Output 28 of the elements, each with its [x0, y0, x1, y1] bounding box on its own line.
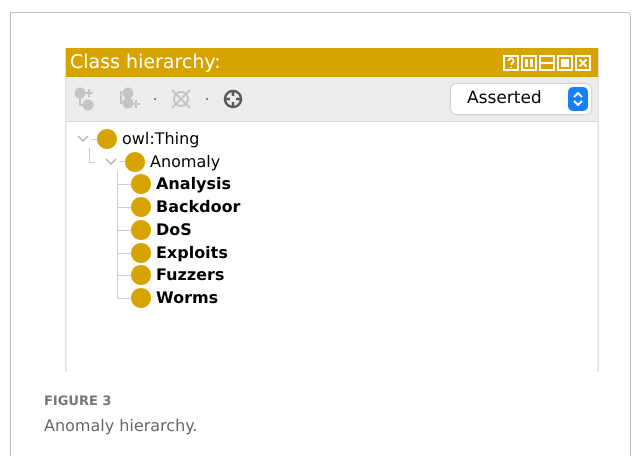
- class-label[interactable]: owl:Thing: [122, 127, 200, 151]
- select-value: Asserted: [467, 87, 542, 110]
- class-label[interactable]: DoS: [156, 218, 192, 242]
- figure-caption: Anomaly hierarchy.: [44, 414, 198, 436]
- class-icon: [97, 129, 117, 149]
- view-select[interactable]: Asserted: [451, 84, 591, 114]
- class-icon: [125, 152, 145, 172]
- class-label[interactable]: Worms: [156, 286, 218, 310]
- panel-title: Class hierarchy:: [70, 53, 221, 72]
- stepper-icon: [568, 87, 588, 111]
- target-icon[interactable]: [221, 87, 245, 111]
- class-label[interactable]: Anomaly: [150, 150, 220, 174]
- close-icon[interactable]: [575, 54, 591, 70]
- maximize-icon[interactable]: [557, 54, 573, 70]
- class-label[interactable]: Backdoor: [156, 195, 240, 220]
- class-label[interactable]: Exploits: [156, 240, 228, 264]
- class-icon: [131, 288, 151, 308]
- help-icon[interactable]: [503, 54, 519, 70]
- class-icon: [131, 174, 151, 194]
- class-icon: [131, 265, 151, 286]
- class-label[interactable]: Fuzzers: [156, 263, 224, 288]
- class-label[interactable]: Analysis: [156, 172, 232, 196]
- class-icon: [131, 197, 151, 218]
- split-horizontal-icon[interactable]: [539, 54, 555, 70]
- figure-label: FIGURE 3: [44, 393, 112, 411]
- class-icon: [131, 220, 151, 240]
- split-vertical-icon[interactable]: [521, 54, 537, 70]
- class-icon: [131, 242, 151, 262]
